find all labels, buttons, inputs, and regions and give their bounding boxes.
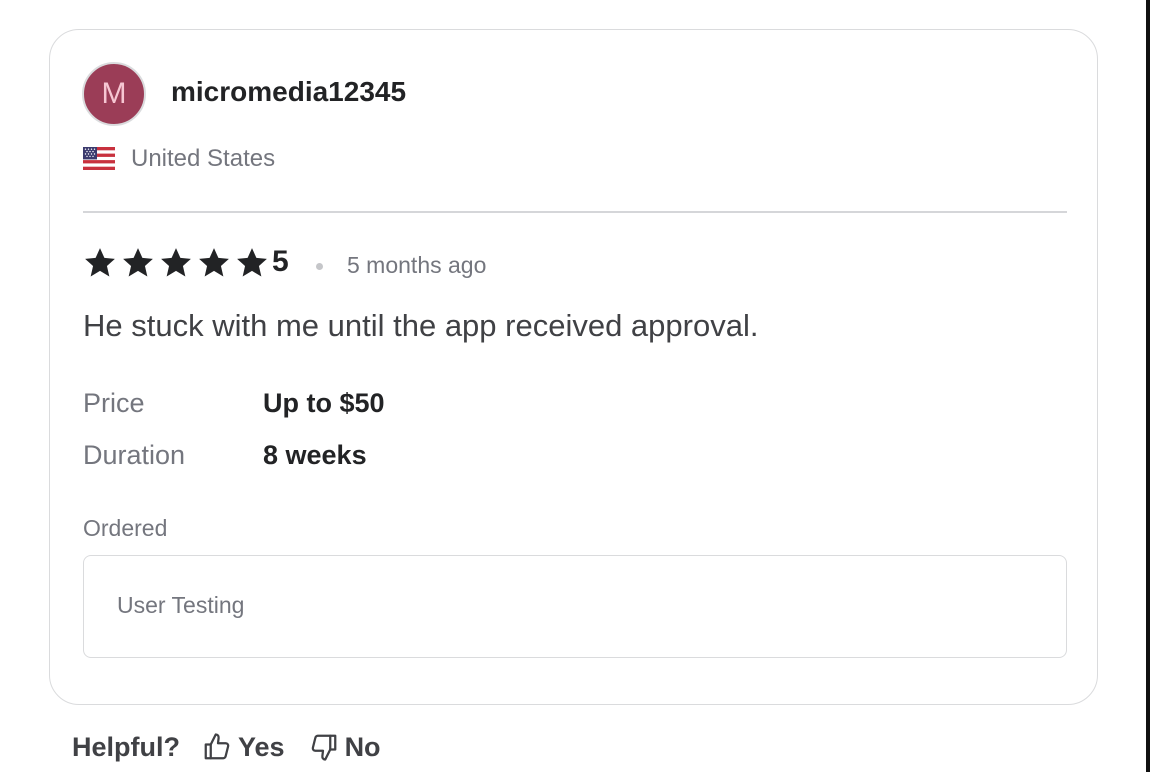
thumbs-down-icon xyxy=(311,734,336,761)
thumbs-up-icon xyxy=(204,733,230,760)
ordered-item[interactable]: User Testing xyxy=(117,590,244,620)
separator-dot xyxy=(316,263,323,270)
star-icon xyxy=(161,248,191,277)
helpful-yes-label[interactable]: Yes xyxy=(238,732,285,763)
review-text: He stuck with me until the app received … xyxy=(83,308,759,343)
helpful-no-label[interactable]: No xyxy=(345,732,381,763)
avatar[interactable]: M xyxy=(82,62,146,126)
price-value: Up to $50 xyxy=(263,388,385,418)
window-edge xyxy=(1146,0,1150,772)
helpful-label: Helpful? xyxy=(72,731,180,762)
helpful-no-button[interactable]: No xyxy=(309,732,381,763)
price-label: Price xyxy=(83,388,145,418)
helpful-yes-button[interactable]: Yes xyxy=(202,732,285,763)
star-icon xyxy=(85,248,115,277)
star-icon xyxy=(237,248,267,277)
divider xyxy=(83,211,1067,213)
star-icon xyxy=(199,248,229,277)
duration-label: Duration xyxy=(83,440,186,470)
duration-value: 8 weeks xyxy=(263,440,367,470)
helpful-row: Helpful? Yes No xyxy=(72,729,381,765)
review-card: M micromedia12345 United States 5 5 mont… xyxy=(49,29,1098,705)
star-icon xyxy=(123,248,153,277)
review-timestamp: 5 months ago xyxy=(347,252,487,278)
rating-value: 5 xyxy=(272,245,289,278)
us-flag-icon xyxy=(83,147,115,170)
ordered-item-box[interactable]: User Testing xyxy=(83,555,1067,658)
reviewer-username[interactable]: micromedia12345 xyxy=(171,74,406,110)
star-rating xyxy=(82,246,270,280)
reviewer-country: United States xyxy=(131,145,276,172)
ordered-label: Ordered xyxy=(83,515,168,541)
